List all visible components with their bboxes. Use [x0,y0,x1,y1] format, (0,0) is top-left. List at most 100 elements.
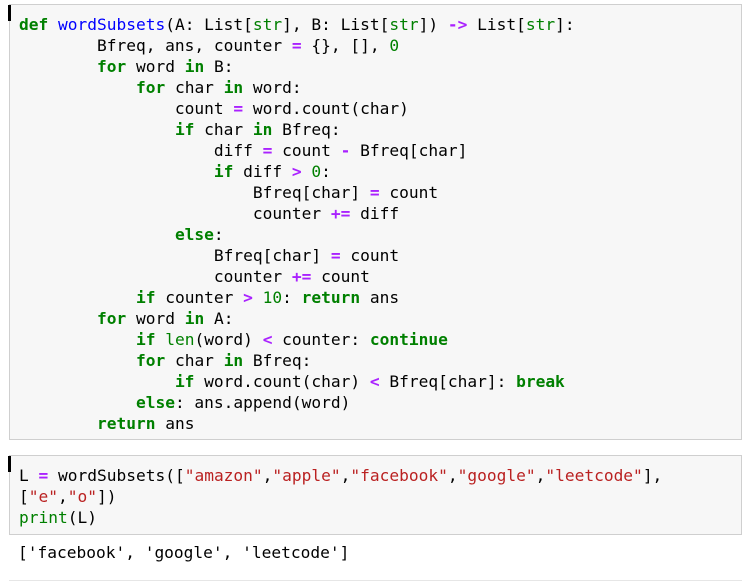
code-token: else [135,393,175,412]
code-token: Bfreq: [243,351,312,370]
code-editor[interactable]: L = wordSubsets(["amazon","apple","faceb… [19,465,662,528]
code-token: : [282,288,302,307]
code-token: ]) [97,487,117,506]
code-token: ans [155,414,195,433]
code-token: counter [155,288,244,307]
code-token: word [126,309,185,328]
code-token: = [233,99,244,118]
code-cell-call[interactable]: L = wordSubsets(["amazon","apple","faceb… [8,455,742,535]
code-token: Bfreq: [272,120,341,139]
code-token: count [19,99,234,118]
code-token: < [369,372,380,391]
code-token: ], [642,466,663,485]
code-token: List[ [467,15,526,34]
code-token: count [311,267,370,286]
code-line: diff = count - Bfreq[char] [19,141,467,160]
code-line: if counter > 10: return ans [19,288,399,307]
code-line: count = word.count(char) [19,99,409,118]
code-token: , [262,466,273,485]
code-line: else: [19,225,224,244]
code-line: L = wordSubsets(["amazon","apple","faceb… [19,466,662,485]
code-token: > [291,162,302,181]
code-token: print [19,508,68,527]
code-token: = [38,466,49,485]
code-token: , [340,466,351,485]
code-token: str [525,15,556,34]
code-token: Bfreq[char] [350,141,468,160]
code-token: 0 [311,162,322,181]
code-token: (L) [67,508,97,527]
code-token: diff [350,204,400,223]
code-token: "google" [457,466,536,485]
code-token: B: [204,57,234,76]
code-token: in [223,78,244,97]
code-line: counter += count [19,267,370,286]
code-token: > [243,288,253,307]
code-token: ]: [555,15,575,34]
code-token: count [379,183,439,202]
code-token: word.count(char) [243,99,409,118]
code-token: for [135,351,166,370]
code-token: len [165,330,195,349]
code-token: for [96,309,127,328]
code-token: "amazon" [184,466,263,485]
code-token: str [252,15,283,34]
code-token: = [330,246,341,265]
code-line: ["e","o"]) [19,487,117,506]
code-token: Bfreq, ans, counter [19,36,292,55]
code-token: Bfreq[char]: [379,372,517,391]
code-token: += [291,267,312,286]
code-token: char [165,351,224,370]
code-token: def [19,15,49,34]
code-token: if [174,372,195,391]
cell-edge-marker [8,5,11,21]
code-line: for char in word: [19,78,302,97]
code-token: (A: List[ [165,15,253,34]
code-cell-function[interactable]: def wordSubsets(A: List[str], B: List[st… [8,4,742,440]
code-token: in [184,309,205,328]
code-token: "e" [28,487,58,506]
code-line: if char in Bfreq: [19,120,341,139]
code-token: char [194,120,253,139]
code-token: ans [360,288,400,307]
code-token: = [369,183,380,202]
code-line: print(L) [19,508,97,527]
code-token: str [389,15,419,34]
code-line: for word in A: [19,309,233,328]
code-token: in [252,120,273,139]
code-token: word [126,57,185,76]
code-token: ]) [418,15,448,34]
code-line: Bfreq[char] = count [19,246,399,265]
code-editor[interactable]: def wordSubsets(A: List[str], B: List[st… [19,14,575,434]
code-token: = [291,36,302,55]
code-token: word.count(char) [194,372,370,391]
code-token: if [174,120,195,139]
code-token: "apple" [272,466,341,485]
code-token: if [135,330,156,349]
code-token: for [96,57,127,76]
code-line: Bfreq[char] = count [19,183,438,202]
code-line: for word in B: [19,57,233,76]
code-token: Bfreq[char] [19,183,370,202]
code-line: for char in Bfreq: [19,351,311,370]
code-token: count [340,246,400,265]
code-token: (word) [194,330,263,349]
code-token: in [184,57,205,76]
code-token: [ [19,487,29,506]
code-token: Bfreq[char] [19,246,331,265]
code-token: return [301,288,361,307]
code-line: return ans [19,414,194,433]
code-token: continue [369,330,448,349]
